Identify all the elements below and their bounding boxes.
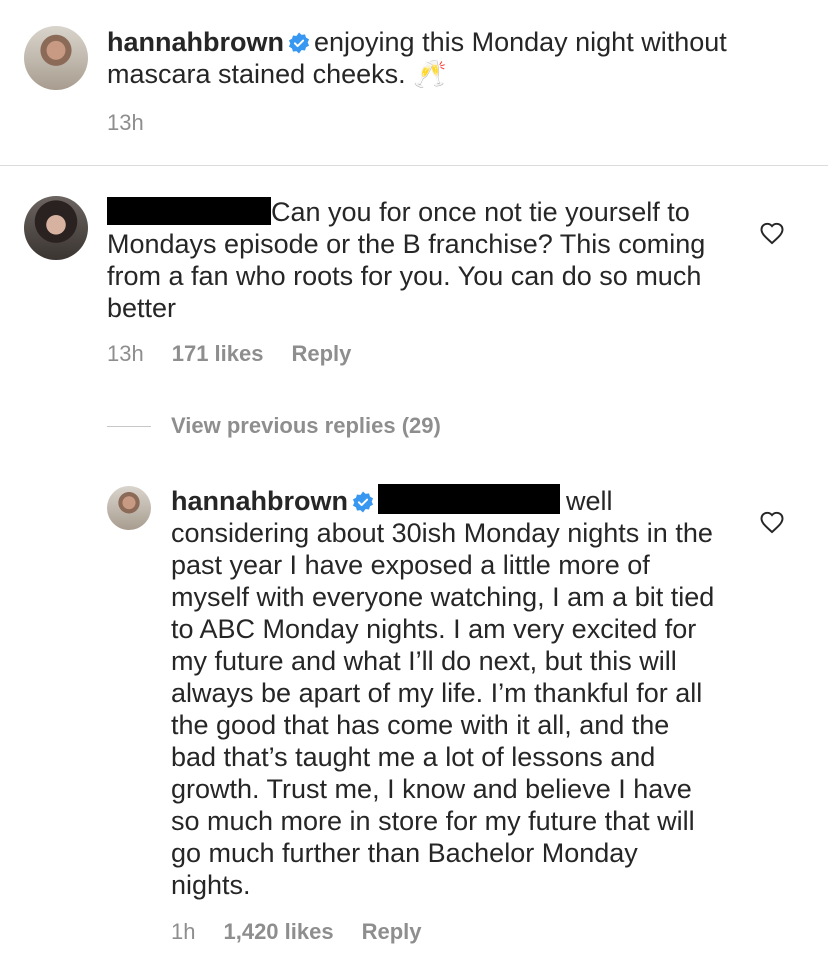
redacted-username [107,197,271,225]
reply-username[interactable]: hannahbrown [171,486,348,516]
reply-avatar[interactable] [107,486,151,530]
reply-likes[interactable]: 1,420 likes [223,919,333,944]
reply-block: hannahbrown well considering about 30ish … [171,484,716,901]
post-meta: 13h [107,110,172,136]
reply-time: 1h [171,919,196,944]
heart-icon[interactable] [759,221,785,245]
verified-badge-icon [288,32,310,54]
post-username[interactable]: hannahbrown [107,27,284,57]
comment-block: Can you for once not tie yourself to Mon… [107,196,712,324]
reply-reply-button[interactable]: Reply [362,919,422,944]
post-caption-block: hannahbrown enjoying this Monday night wi… [107,26,797,90]
divider [0,165,828,166]
reply-meta: 1h 1,420 likes Reply [171,919,450,945]
reply-text-first: well [566,486,613,516]
post-time: 13h [107,110,144,135]
view-previous-replies-label[interactable]: View previous replies (29) [171,413,441,439]
heart-icon[interactable] [759,510,785,534]
reply-text-rest: considering about 30ish Monday nights in… [171,518,715,900]
redacted-mention [378,484,560,514]
comment-reply-button[interactable]: Reply [291,341,351,366]
verified-badge-icon [352,491,374,513]
comment-time: 13h [107,341,144,366]
post-avatar[interactable] [24,26,88,90]
view-previous-replies[interactable]: View previous replies (29) [107,413,441,439]
commenter-avatar[interactable] [24,196,88,260]
thread-line [107,425,151,427]
comment-meta: 13h 171 likes Reply [107,341,379,367]
comment-likes[interactable]: 171 likes [172,341,264,366]
